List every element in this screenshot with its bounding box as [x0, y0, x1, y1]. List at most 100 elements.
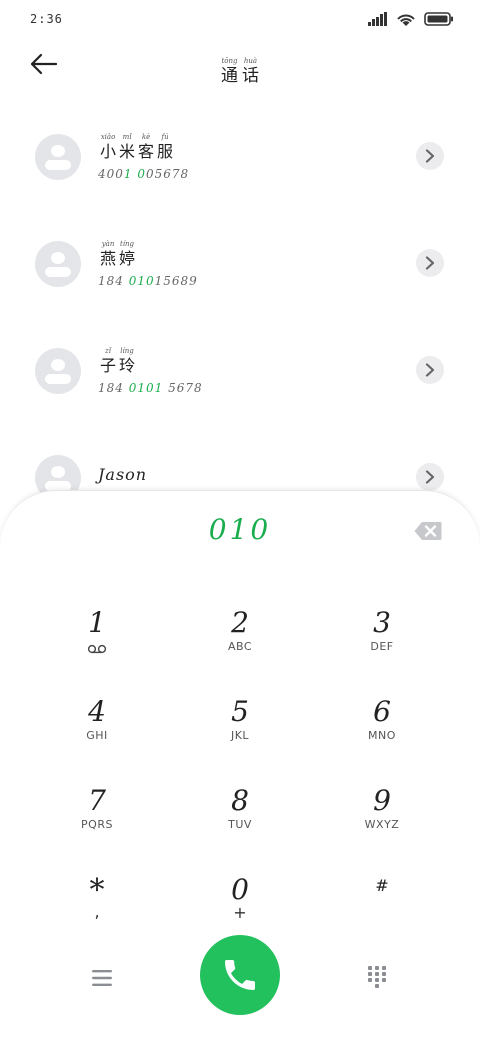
key-digit: 2 [231, 606, 249, 639]
title-pinyin: huà [243, 57, 258, 65]
contact-detail-button[interactable] [416, 463, 444, 491]
number-match: 010 [128, 274, 155, 288]
dial-key-8[interactable]: 8 TUV [170, 785, 310, 865]
title-pinyin: tōng [221, 57, 238, 65]
dialpad-toggle-button[interactable] [357, 961, 397, 995]
name-pinyin: tíng [120, 240, 135, 248]
dial-key-6[interactable]: 6 MNO [312, 696, 452, 776]
signal-icon [368, 12, 387, 26]
voicemail-icon [27, 639, 167, 655]
contact-detail-button[interactable] [416, 142, 444, 170]
name-char: líng 玲 [119, 346, 135, 376]
dial-key-4[interactable]: 4 GHI [27, 696, 167, 776]
contact-name: zǐ 子 líng 玲 [100, 346, 138, 376]
name-char: tíng 婷 [119, 239, 135, 269]
key-digit: 5 [231, 695, 249, 728]
key-letters: GHI [86, 729, 108, 742]
contact-name: Jason [98, 465, 148, 484]
battery-icon [424, 12, 453, 26]
contact-number: 184 0101 5678 [98, 381, 203, 395]
backspace-icon [414, 522, 442, 540]
key-digit: 9 [373, 784, 391, 817]
dial-key-9[interactable]: 9 WXYZ [312, 785, 452, 865]
number-suffix: 05678 [146, 167, 190, 181]
key-letters: TUV [228, 818, 252, 831]
name-hanzi: 米 [119, 142, 136, 161]
key-digit: 6 [373, 695, 391, 728]
name-pinyin: mǐ [122, 133, 132, 141]
key-letters: , [94, 902, 100, 921]
contact-name: yàn 燕 tíng 婷 [100, 239, 138, 269]
number-suffix: 15689 [154, 274, 198, 288]
key-digit: 1 [88, 606, 106, 639]
key-digit: * [89, 873, 105, 908]
contact-detail-button[interactable] [416, 249, 444, 277]
name-hanzi: 婷 [119, 249, 136, 268]
key-digit: 0 [231, 873, 249, 906]
contact-number: 184 01015689 [98, 274, 198, 288]
number-prefix: 184 [98, 381, 129, 395]
dial-key-7[interactable]: 7 PQRS [27, 785, 167, 865]
key-digit: 3 [373, 606, 391, 639]
number-suffix: 5678 [163, 381, 203, 395]
status-time: 2:36 [30, 12, 63, 26]
name-hanzi: 小 [100, 142, 117, 161]
chevron-right-icon [425, 256, 435, 270]
contact-name: xiǎo 小 mǐ 米 kè 客 fú 服 [100, 132, 176, 162]
number-prefix: 400 [98, 167, 124, 181]
name-char: zǐ 子 [100, 346, 116, 376]
avatar [35, 348, 81, 394]
name-hanzi: 子 [100, 356, 117, 375]
name-pinyin: kè [141, 133, 151, 141]
dialpad-icon [368, 966, 386, 988]
page-title: tōng 通 huà 话 [0, 56, 480, 86]
dial-key-5[interactable]: 5 JKL [170, 696, 310, 776]
title-hanzi: 话 [242, 66, 259, 86]
dial-key-2[interactable]: 2 ABC [170, 607, 310, 687]
app-header: tōng 通 huà 话 [0, 40, 480, 100]
dial-key-1[interactable]: 1 [27, 607, 167, 687]
title-hanzi: 通 [221, 66, 238, 86]
wifi-icon [397, 14, 415, 26]
phone-icon [225, 960, 255, 990]
avatar [35, 134, 81, 180]
chevron-right-icon [425, 470, 435, 484]
menu-icon [92, 970, 112, 986]
contact-number: 4001 005678 [98, 167, 189, 181]
call-button[interactable] [200, 935, 280, 1015]
dialed-number-display[interactable]: 010 [0, 513, 480, 546]
contact-row[interactable]: xiǎo 小 mǐ 米 kè 客 fú 服 4001 005678 [0, 100, 480, 207]
avatar [35, 241, 81, 287]
name-hanzi: 服 [157, 142, 174, 161]
contact-row[interactable]: yàn 燕 tíng 婷 184 01015689 [0, 207, 480, 314]
bottom-action-bar [0, 933, 480, 1023]
key-letters: PQRS [81, 818, 113, 831]
number-prefix: 184 [98, 274, 129, 288]
number-match: 0101 [128, 381, 164, 395]
name-char: fú 服 [157, 132, 173, 162]
key-digit: 7 [88, 784, 106, 817]
key-letters: JKL [230, 729, 250, 742]
title-char: tōng 通 [221, 56, 238, 86]
backspace-button[interactable] [414, 521, 442, 541]
name-char: mǐ 米 [119, 132, 135, 162]
name-pinyin: fú [161, 133, 169, 141]
key-letters: WXYZ [364, 818, 400, 831]
number-match: 1 0 [123, 167, 146, 181]
name-char: kè 客 [138, 132, 154, 162]
name-char: yàn 燕 [100, 239, 116, 269]
key-digit: 4 [88, 695, 106, 728]
dial-key-3[interactable]: 3 DEF [312, 607, 452, 687]
key-digit: 8 [231, 784, 249, 817]
contact-row[interactable]: zǐ 子 líng 玲 184 0101 5678 [0, 314, 480, 421]
key-digit: # [375, 876, 389, 895]
menu-button[interactable] [82, 963, 122, 993]
key-letters: MNO [368, 729, 396, 742]
status-bar: 2:36 [0, 0, 480, 40]
name-pinyin: yàn [101, 240, 115, 248]
name-hanzi: 客 [138, 142, 155, 161]
name-char: xiǎo 小 [100, 132, 116, 162]
contact-detail-button[interactable] [416, 356, 444, 384]
chevron-right-icon [425, 149, 435, 163]
name-pinyin: zǐ [105, 347, 111, 355]
